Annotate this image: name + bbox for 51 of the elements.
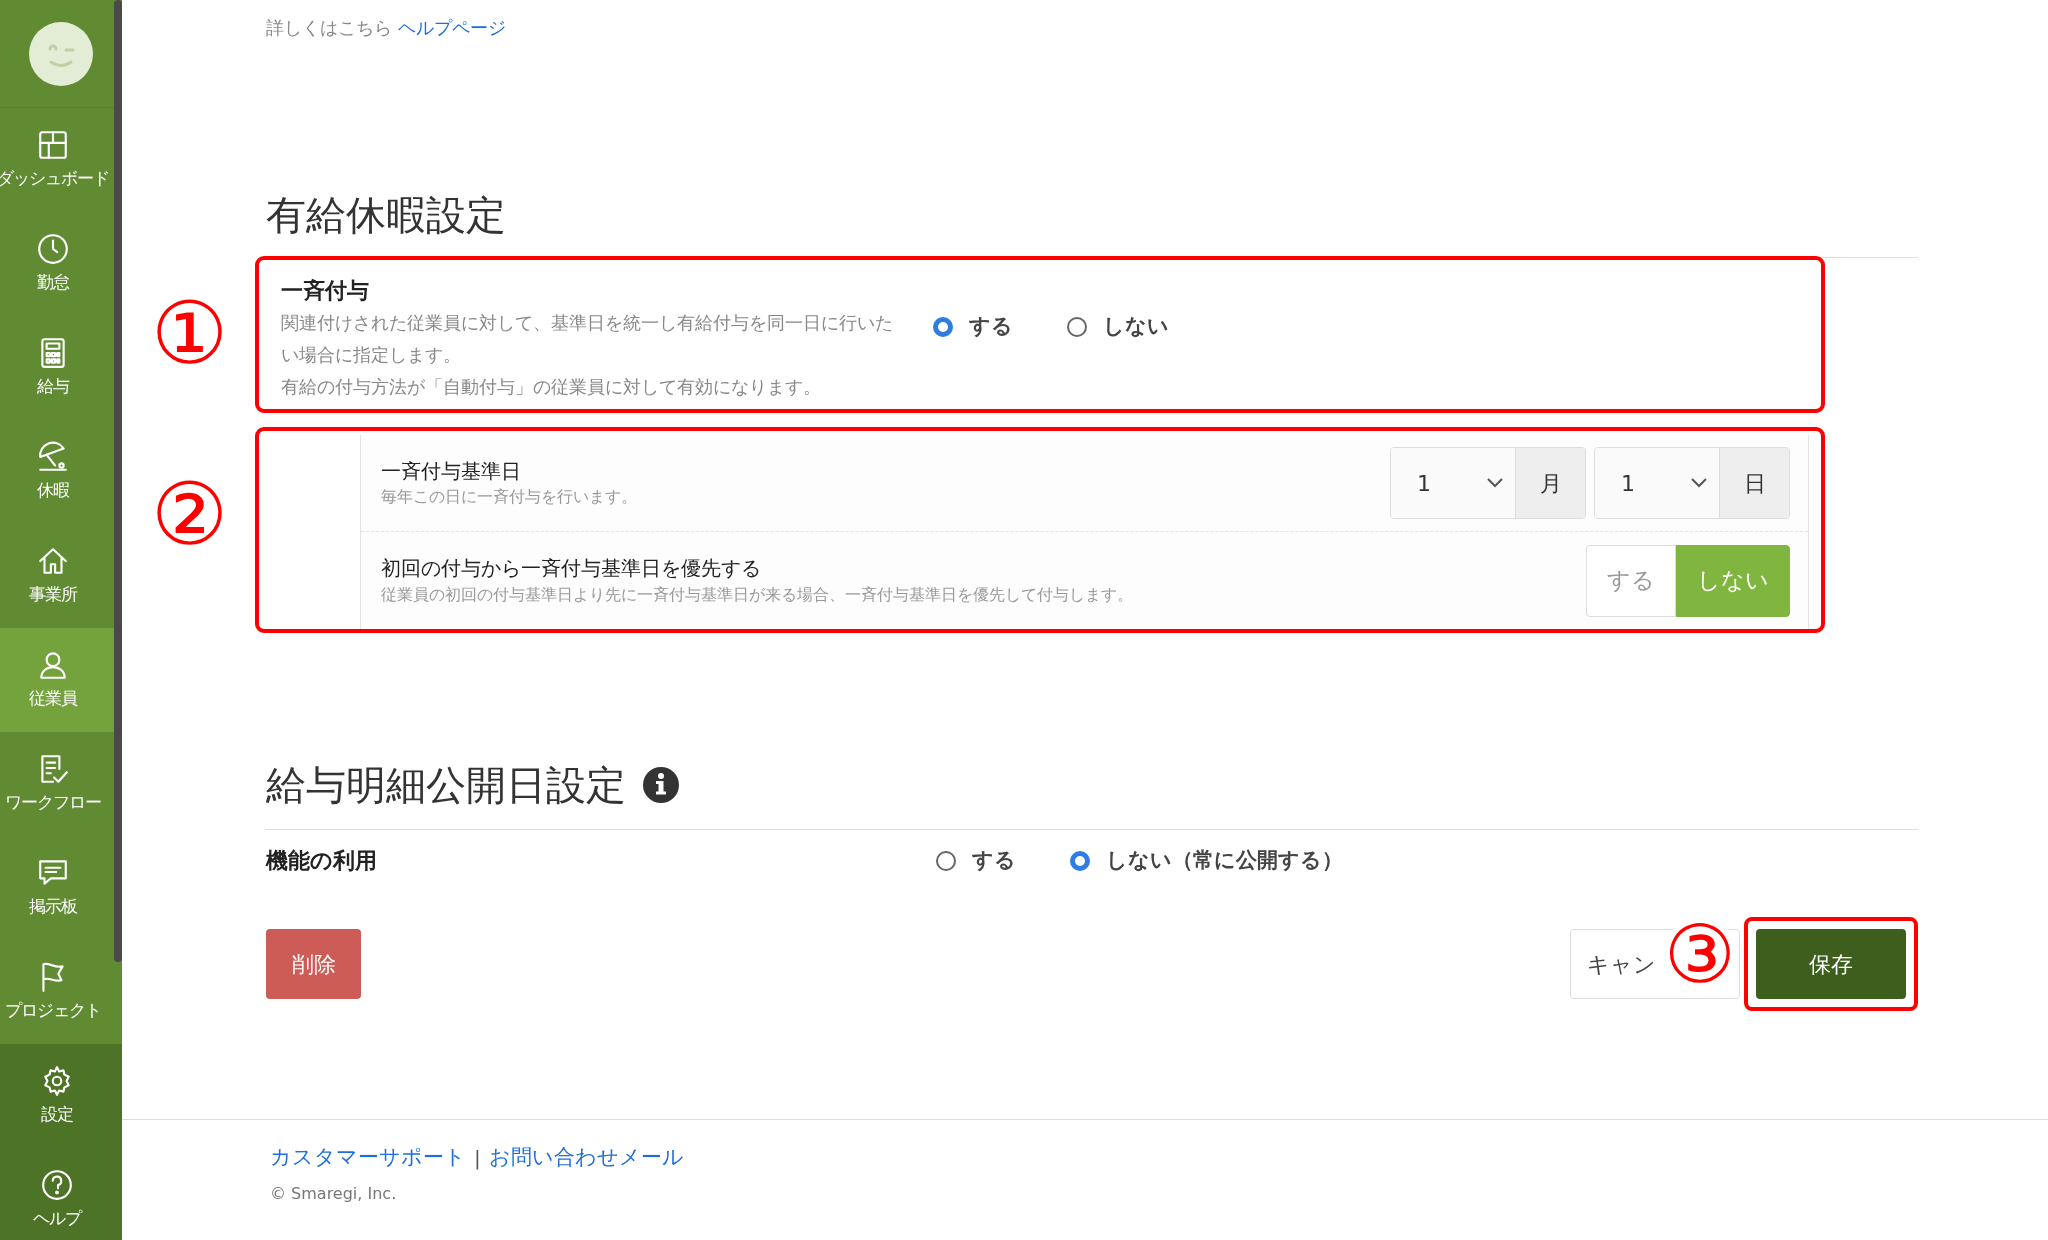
- info-icon[interactable]: [642, 766, 680, 804]
- unit-label: 月: [1515, 448, 1585, 518]
- scrollbar[interactable]: [114, 0, 122, 962]
- footer-link[interactable]: カスタマーサポート: [270, 1142, 466, 1174]
- radio-button[interactable]: [1070, 850, 1090, 871]
- help-icon: [40, 1168, 74, 1203]
- setting-description: 従業員の初回の付与基準日より先に一斉付与基準日が来る場合、一斉付与基準日を優先して付与します。: [381, 584, 1133, 606]
- setting-label: 一斉付与基準日: [381, 458, 522, 485]
- avatar-icon[interactable]: [28, 20, 94, 87]
- setting-label: 一斉付与: [281, 277, 370, 305]
- setting-description: 有給の付与方法が「自動付与」の従業員に対して有効になります。: [281, 376, 822, 399]
- sidebar-item[interactable]: 事業所: [0, 524, 114, 628]
- sidebar-item[interactable]: 掲示板: [0, 836, 114, 940]
- sidebar-item[interactable]: ワークフロー: [0, 732, 114, 836]
- radio-button[interactable]: [936, 850, 956, 871]
- section-heading: 有給休暇設定: [266, 191, 507, 239]
- select-field[interactable]: 1 月: [1390, 447, 1586, 519]
- footer-link[interactable]: お問い合わせメール: [488, 1142, 684, 1174]
- radio-button[interactable]: [1067, 316, 1087, 337]
- radio-label[interactable]: しない: [1103, 311, 1169, 343]
- sidebar-item[interactable]: ヘルプ: [0, 1148, 122, 1240]
- radio-label[interactable]: する: [969, 311, 1013, 343]
- sidebar-item[interactable]: 勤怠: [0, 212, 114, 316]
- sidebar-item[interactable]: 設定: [0, 1044, 122, 1148]
- save-button[interactable]: 保存: [1756, 929, 1906, 999]
- toggle-option[interactable]: しない: [1676, 544, 1790, 617]
- sidebar-item[interactable]: 給与: [0, 316, 114, 420]
- radio-label[interactable]: する: [972, 844, 1016, 877]
- copyright-text: © Smaregi, Inc.: [270, 1182, 398, 1205]
- link-separator: |: [474, 1144, 481, 1172]
- delete-button[interactable]: 削除: [266, 929, 361, 999]
- setting-label: 機能の利用: [266, 847, 378, 875]
- annotation-number: ①: [151, 290, 229, 376]
- sidebar-item[interactable]: 休暇: [0, 420, 114, 524]
- sidebar-item[interactable]: プロジェクト: [0, 940, 114, 1044]
- annotation-number: ②: [151, 471, 229, 557]
- select-field[interactable]: 1 日: [1594, 447, 1790, 519]
- setting-description: 関連付けされた従業員に対して、基準日を統一し有給付与を同一日に行いたい場合に指定します。: [281, 312, 894, 367]
- setting-label: 初回の付与から一斉付与基準日を優先する: [381, 556, 762, 583]
- section-heading: 給与明細公開日設定: [266, 761, 626, 809]
- sidebar-item[interactable]: 従業員: [0, 628, 114, 732]
- unit-label: 日: [1719, 448, 1789, 518]
- radio-label[interactable]: しない（常に公開する）: [1106, 844, 1343, 877]
- clock-icon: [36, 232, 70, 267]
- setting-description: 毎年この日に一斉付与を行います。: [381, 487, 637, 508]
- chevron-down-icon: [1487, 478, 1503, 488]
- radio-button[interactable]: [933, 316, 953, 337]
- chevron-down-icon: [1691, 478, 1707, 488]
- help-text: 詳しくはこちら ヘルプページ: [266, 16, 507, 40]
- help-page-link[interactable]: ヘルプページ: [397, 17, 506, 38]
- toggle-option[interactable]: する: [1586, 544, 1676, 617]
